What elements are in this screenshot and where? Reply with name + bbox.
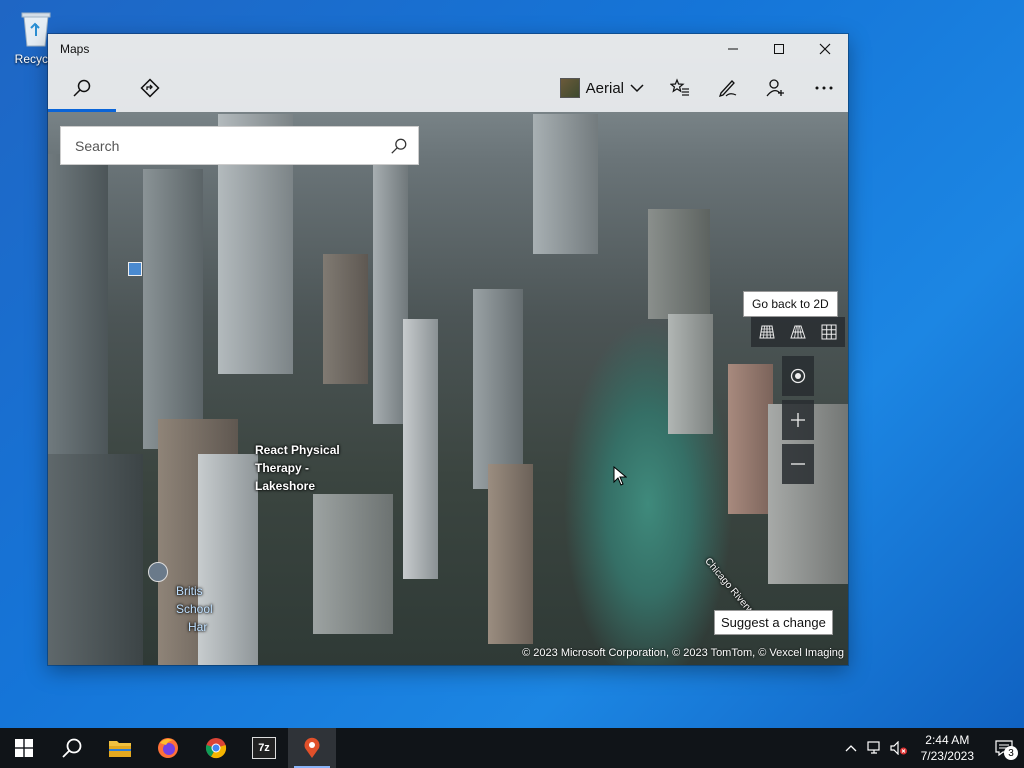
suggest-change-button[interactable]: Suggest a change bbox=[714, 610, 833, 635]
map-building bbox=[48, 154, 108, 454]
minus-icon bbox=[791, 463, 805, 465]
window-titlebar[interactable]: Maps bbox=[48, 34, 848, 64]
close-icon bbox=[819, 43, 831, 55]
7zip-icon: 7z bbox=[252, 737, 276, 759]
map-style-dropdown[interactable]: Aerial bbox=[548, 78, 656, 98]
go-back-to-2d-tooltip: Go back to 2D bbox=[743, 291, 838, 317]
tilt-left-button[interactable] bbox=[752, 317, 783, 347]
clock-time: 2:44 AM bbox=[925, 733, 970, 747]
favorites-list-icon bbox=[670, 78, 689, 96]
windows-logo-icon bbox=[15, 739, 33, 757]
perspective-grid-icon bbox=[790, 325, 806, 339]
action-center-button[interactable]: 3 bbox=[984, 728, 1024, 768]
poi-label[interactable]: React Physical Therapy - Lakeshore bbox=[255, 441, 340, 495]
maps-pin-icon bbox=[304, 737, 320, 758]
school-pin-icon[interactable] bbox=[148, 562, 168, 582]
taskbar-maps[interactable] bbox=[288, 728, 336, 768]
tab-directions[interactable] bbox=[116, 64, 184, 112]
map-building bbox=[533, 114, 598, 254]
close-button[interactable] bbox=[802, 34, 848, 64]
minimize-icon bbox=[728, 48, 738, 50]
top-down-button[interactable] bbox=[814, 317, 845, 347]
poi-label-partial[interactable]: Britis School Har bbox=[176, 582, 213, 636]
window-title: Maps bbox=[60, 42, 90, 56]
firefox-icon bbox=[158, 738, 178, 758]
maps-window: Maps Aerial Search React Physical Therap… bbox=[48, 34, 848, 665]
view-mode-controls bbox=[751, 317, 845, 347]
map-building bbox=[143, 169, 203, 449]
tilt-mid-button[interactable] bbox=[783, 317, 814, 347]
directions-icon bbox=[140, 78, 160, 98]
my-location-button[interactable] bbox=[782, 356, 814, 396]
map-building bbox=[648, 209, 710, 319]
map-style-label: Aerial bbox=[585, 79, 624, 97]
tab-search[interactable] bbox=[48, 64, 116, 112]
start-button[interactable] bbox=[0, 728, 48, 768]
taskbar-firefox[interactable] bbox=[144, 728, 192, 768]
location-target-icon bbox=[790, 368, 806, 384]
add-person-icon bbox=[766, 79, 784, 97]
tilted-grid-icon bbox=[759, 325, 775, 339]
taskbar-7zip[interactable]: 7z bbox=[240, 728, 288, 768]
chevron-up-icon bbox=[845, 745, 857, 752]
search-icon bbox=[62, 738, 82, 758]
taskbar: 7z 2:44 AM 7/23/2023 3 bbox=[0, 728, 1024, 768]
taskbar-search-button[interactable] bbox=[48, 728, 96, 768]
map-building bbox=[403, 319, 438, 579]
network-button[interactable] bbox=[863, 741, 887, 755]
maps-toolbar: Aerial bbox=[48, 64, 848, 112]
flat-grid-icon bbox=[821, 324, 837, 340]
ink-button[interactable] bbox=[704, 64, 752, 112]
map-building bbox=[668, 314, 713, 434]
map-building bbox=[323, 254, 368, 384]
map-building bbox=[313, 494, 393, 634]
minimize-button[interactable] bbox=[710, 34, 756, 64]
favorites-button[interactable] bbox=[656, 64, 704, 112]
system-tray: 2:44 AM 7/23/2023 3 bbox=[839, 728, 1024, 768]
aerial-thumbnail-icon bbox=[559, 78, 580, 98]
volume-muted-icon bbox=[890, 741, 907, 755]
taskbar-clock[interactable]: 2:44 AM 7/23/2023 bbox=[911, 732, 984, 764]
search-input[interactable] bbox=[73, 136, 377, 155]
notification-badge: 3 bbox=[1004, 746, 1018, 760]
taskbar-file-explorer[interactable] bbox=[96, 728, 144, 768]
more-icon bbox=[815, 86, 833, 90]
account-button[interactable] bbox=[752, 64, 800, 112]
plus-icon bbox=[791, 413, 805, 427]
clock-date: 7/23/2023 bbox=[920, 749, 974, 763]
map-building bbox=[473, 289, 523, 489]
show-hidden-icons-button[interactable] bbox=[839, 744, 863, 752]
map-building bbox=[488, 464, 533, 644]
chevron-down-icon bbox=[630, 84, 644, 93]
taskbar-chrome[interactable] bbox=[192, 728, 240, 768]
search-icon bbox=[73, 79, 91, 97]
mouse-cursor-icon bbox=[613, 466, 627, 486]
map-copyright: © 2023 Microsoft Corporation, © 2023 Tom… bbox=[522, 647, 844, 659]
zoom-in-button[interactable] bbox=[782, 400, 814, 440]
chrome-icon bbox=[205, 738, 227, 759]
volume-button[interactable] bbox=[887, 741, 911, 755]
maximize-button[interactable] bbox=[756, 34, 802, 64]
more-options-button[interactable] bbox=[800, 64, 848, 112]
zoom-out-button[interactable] bbox=[782, 444, 814, 484]
poi-pin-icon[interactable] bbox=[128, 262, 142, 276]
folder-icon bbox=[109, 741, 131, 757]
network-icon bbox=[867, 741, 880, 754]
pen-icon bbox=[718, 80, 737, 98]
map-building bbox=[728, 364, 773, 514]
search-icon[interactable] bbox=[390, 137, 408, 155]
maximize-icon bbox=[774, 44, 784, 54]
search-box[interactable] bbox=[60, 126, 419, 165]
map-building bbox=[48, 454, 143, 665]
